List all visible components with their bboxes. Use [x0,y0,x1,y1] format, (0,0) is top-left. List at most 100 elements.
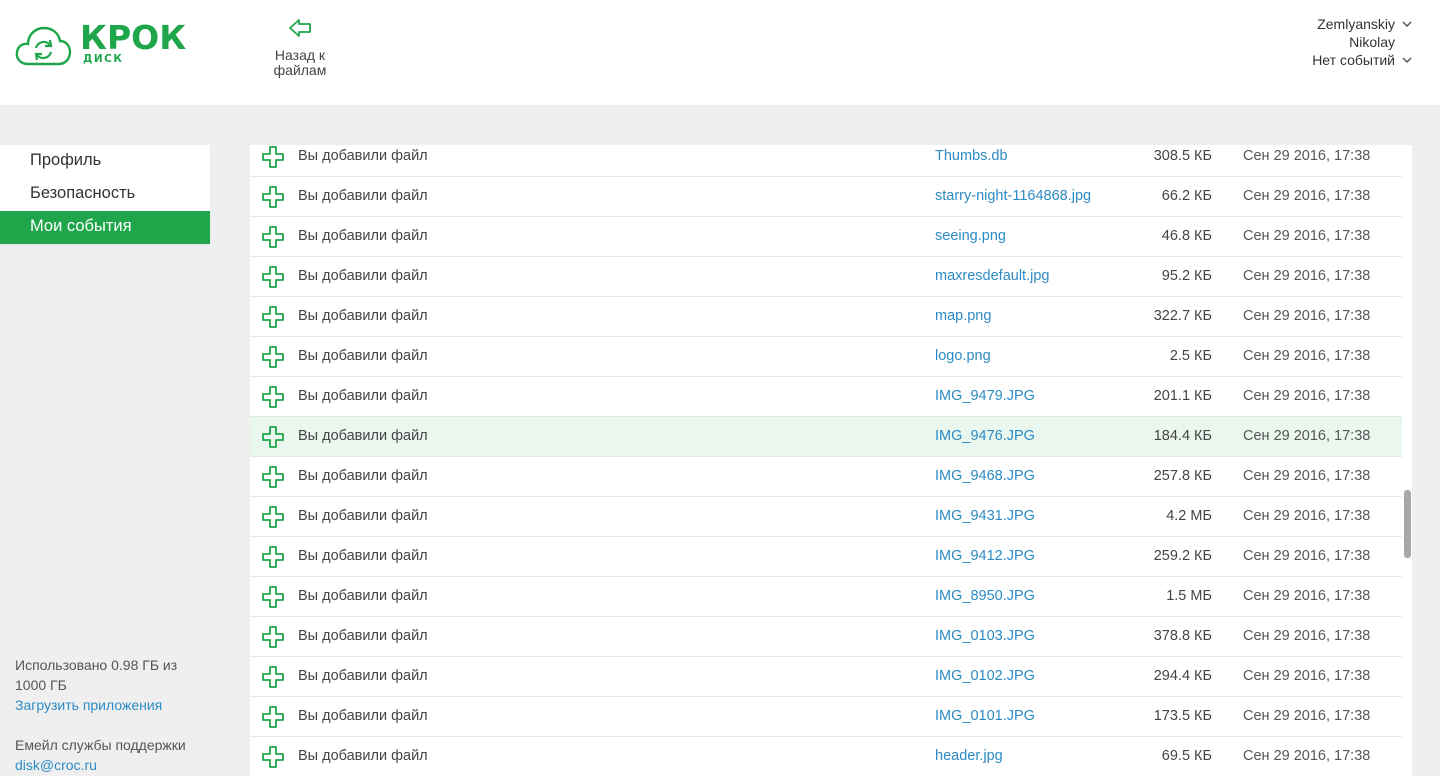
user-first-name: Zemlyanskiy [1317,16,1395,32]
file-link[interactable]: IMG_9476.JPG [935,428,1035,444]
event-action: Вы добавили файл [298,228,428,244]
event-date: Сен 29 2016, 17:38 [1243,428,1371,444]
file-size: 201.1 КБ [1153,388,1212,404]
table-row[interactable]: Вы добавили файл starry-night-1164868.jpg… [250,177,1402,217]
event-date: Сен 29 2016, 17:38 [1243,388,1371,404]
table-row[interactable]: Вы добавили файл logo.png 2.5 КБ Сен 29 201… [250,337,1402,377]
file-size: 66.2 КБ [1161,188,1212,204]
event-action: Вы добавили файл [298,668,428,684]
support-email-link[interactable]: disk@croc.ru [15,755,205,775]
file-size: 294.4 КБ [1153,668,1212,684]
table-row[interactable]: Вы добавили файл IMG_9468.JPG 257.8 КБ Сен … [250,457,1402,497]
user-menu: Zemlyanskiy Nikolay Нет событий [1264,15,1414,69]
sidebar-footer: Использовано 0.98 ГБ из 1000 ГБ Загрузит… [15,655,205,775]
event-action: Вы добавили файл [298,708,428,724]
file-size: 4.2 МБ [1166,508,1212,524]
file-size: 69.5 КБ [1161,748,1212,764]
event-date: Сен 29 2016, 17:38 [1243,228,1371,244]
event-date: Сен 29 2016, 17:38 [1243,348,1371,364]
event-action: Вы добавили файл [298,588,428,604]
file-size: 2.5 КБ [1169,348,1212,364]
file-link[interactable]: IMG_0103.JPG [935,628,1035,644]
sidebar-item-profile[interactable]: Профиль [0,145,210,178]
file-link[interactable]: map.png [935,308,991,324]
plus-icon [262,346,284,368]
logo[interactable]: КРОК ДИСК [14,18,194,72]
plus-icon [262,186,284,208]
event-action: Вы добавили файл [298,468,428,484]
plus-icon [262,546,284,568]
table-row[interactable]: Вы добавили файл IMG_9412.JPG 259.2 КБ Сен … [250,537,1402,577]
cloud-sync-icon [15,26,72,66]
table-row[interactable]: Вы добавили файл IMG_9431.JPG 4.2 МБ Сен 29… [250,497,1402,537]
file-size: 1.5 МБ [1166,588,1212,604]
event-action: Вы добавили файл [298,308,428,324]
event-action: Вы добавили файл [298,508,428,524]
scrollbar-thumb[interactable] [1404,490,1411,558]
event-action: Вы добавили файл [298,628,428,644]
file-link[interactable]: seeing.png [935,228,1006,244]
event-action: Вы добавили файл [298,148,428,164]
event-date: Сен 29 2016, 17:38 [1243,628,1371,644]
table-row[interactable]: Вы добавили файл header.jpg 69.5 КБ Сен 29 … [250,737,1402,776]
file-link[interactable]: IMG_0102.JPG [935,668,1035,684]
file-size: 259.2 КБ [1153,548,1212,564]
user-dropdown[interactable]: Zemlyanskiy [1264,15,1414,33]
event-date: Сен 29 2016, 17:38 [1243,268,1371,284]
file-link[interactable]: IMG_9468.JPG [935,468,1035,484]
file-size: 46.8 КБ [1161,228,1212,244]
plus-icon [262,466,284,488]
events-label: Нет событий [1312,52,1395,68]
table-row[interactable]: Вы добавили файл IMG_9476.JPG 184.4 КБ Сен … [250,417,1402,457]
plus-icon [262,306,284,328]
file-link[interactable]: logo.png [935,348,991,364]
table-row[interactable]: Вы добавили файл IMG_0102.JPG 294.4 КБ Сен … [250,657,1402,697]
file-size: 184.4 КБ [1153,428,1212,444]
file-link[interactable]: IMG_9479.JPG [935,388,1035,404]
back-to-files-button[interactable]: Назад к файлам [262,18,338,90]
table-row[interactable]: Вы добавили файл IMG_9479.JPG 201.1 КБ Сен … [250,377,1402,417]
user-last-name: Nikolay [1349,34,1395,50]
event-date: Сен 29 2016, 17:38 [1243,508,1371,524]
sidebar-item-security[interactable]: Безопасность [0,178,210,211]
file-link[interactable]: starry-night-1164868.jpg [935,188,1091,204]
table-row[interactable]: Вы добавили файл IMG_8950.JPG 1.5 МБ Сен 29… [250,577,1402,617]
file-size: 378.8 КБ [1153,628,1212,644]
event-date: Сен 29 2016, 17:38 [1243,188,1371,204]
events-dropdown[interactable]: Нет событий [1264,51,1414,69]
plus-icon [262,746,284,768]
event-action: Вы добавили файл [298,348,428,364]
table-row[interactable]: Вы добавили файл map.png 322.7 КБ Сен 29 20… [250,297,1402,337]
event-action: Вы добавили файл [298,388,428,404]
support-label: Емейл службы поддержки [15,737,186,753]
back-to-files-label: Назад к файлам [273,47,327,78]
sidebar-item-my-events[interactable]: Мои события [0,211,210,244]
download-apps-link[interactable]: Загрузить приложения [15,695,205,715]
file-link[interactable]: IMG_9431.JPG [935,508,1035,524]
file-link[interactable]: IMG_8950.JPG [935,588,1035,604]
plus-icon [262,226,284,248]
event-date: Сен 29 2016, 17:38 [1243,708,1371,724]
chevron-down-icon [1402,57,1412,64]
plus-icon [262,386,284,408]
table-row[interactable]: Вы добавили файл seeing.png 46.8 КБ Сен 29 … [250,217,1402,257]
event-action: Вы добавили файл [298,548,428,564]
table-row[interactable]: Вы добавили файл maxresdefault.jpg 95.2 КБ… [250,257,1402,297]
table-row[interactable]: Вы добавили файл IMG_0101.JPG 173.5 КБ Сен … [250,697,1402,737]
file-size: 322.7 КБ [1153,308,1212,324]
file-link[interactable]: IMG_0101.JPG [935,708,1035,724]
file-link[interactable]: header.jpg [935,748,1003,764]
logo-text: КРОК [80,18,187,57]
file-size: 257.8 КБ [1153,468,1212,484]
file-link[interactable]: IMG_9412.JPG [935,548,1035,564]
table-row[interactable]: Вы добавили файл IMG_0103.JPG 378.8 КБ Сен … [250,617,1402,657]
event-date: Сен 29 2016, 17:38 [1243,668,1371,684]
scrollbar[interactable] [1402,145,1412,776]
event-action: Вы добавили файл [298,268,428,284]
file-link[interactable]: Thumbs.db [935,148,1008,164]
event-action: Вы добавили файл [298,428,428,444]
table-row[interactable]: Вы добавили файл Thumbs.db 308.5 КБ Сен 29 … [250,145,1402,177]
plus-icon [262,586,284,608]
file-link[interactable]: maxresdefault.jpg [935,268,1049,284]
event-action: Вы добавили файл [298,188,428,204]
